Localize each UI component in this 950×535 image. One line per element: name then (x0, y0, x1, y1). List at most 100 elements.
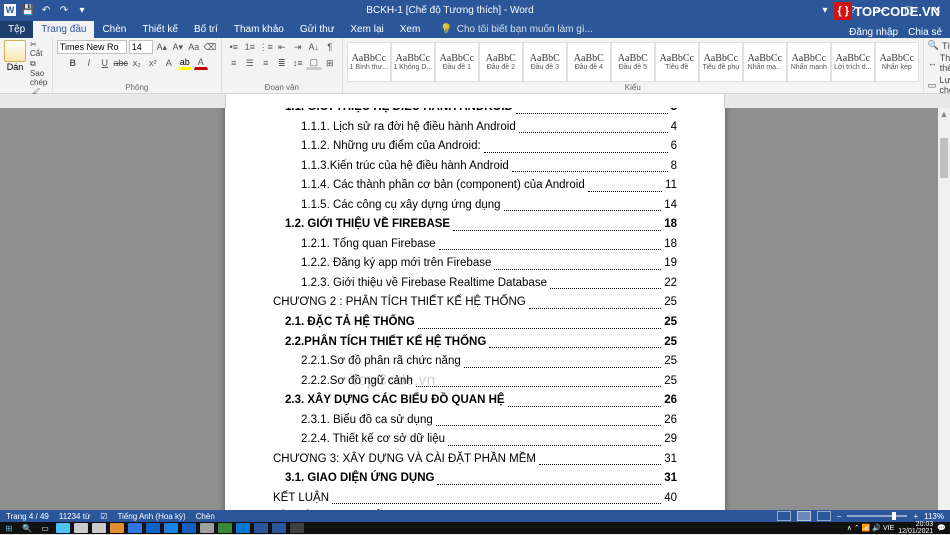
find-button[interactable]: 🔍 Tìm (928, 40, 950, 51)
text-effects-icon[interactable]: A (162, 56, 176, 70)
increase-indent-icon[interactable]: ⇥ (290, 40, 306, 54)
qat-redo-icon[interactable]: ↷ (58, 4, 70, 16)
toc-line-19[interactable]: 3.1. GIAO DIỆN ỨNG DỤNG31 (273, 469, 677, 489)
clear-formatting-icon[interactable]: ⌫ (203, 40, 217, 54)
tab-layout[interactable]: Bố trí (186, 21, 226, 38)
taskbar-app-10[interactable] (234, 522, 252, 534)
taskbar-app-5[interactable] (144, 522, 162, 534)
toc-line-18[interactable]: CHƯƠNG 3: XÂY DỰNG VÀ CÀI ĐẶT PHẦN MỀM31 (273, 450, 677, 470)
font-color-icon[interactable]: A (194, 56, 208, 70)
align-right-icon[interactable]: ≡ (258, 56, 274, 70)
toc-line-9[interactable]: 1.2.3. Giới thiệu về Firebase Realtime D… (273, 274, 677, 294)
scroll-up-icon[interactable]: ▲ (938, 108, 950, 120)
multilevel-list-icon[interactable]: ⋮≡ (258, 40, 274, 54)
toc-line-7[interactable]: 1.2.1. Tổng quan Firebase18 (273, 235, 677, 255)
align-center-icon[interactable]: ☰ (242, 56, 258, 70)
copy-button[interactable]: ⧉ Sao chép (30, 59, 48, 87)
toc-line-20[interactable]: KẾT LUẬN40 (273, 489, 677, 509)
font-name-input[interactable] (57, 40, 127, 54)
taskbar-app-3[interactable] (108, 522, 126, 534)
replace-button[interactable]: ↔ Thay thế (928, 53, 950, 73)
taskbar-app-7[interactable] (180, 522, 198, 534)
numbering-icon[interactable]: 1≡ (242, 40, 258, 54)
taskbar-app-9[interactable] (216, 522, 234, 534)
select-button[interactable]: ▭ Lựa chọn (928, 75, 950, 95)
style-item-3[interactable]: AaBbCĐầu đề 2 (479, 42, 523, 82)
toc-line-2[interactable]: 1.1.2. Những ưu điểm của Android:6 (273, 137, 677, 157)
notification-center-icon[interactable]: 💬 (937, 524, 946, 532)
cut-button[interactable]: ✂ Cắt (30, 40, 48, 58)
taskbar-app-11[interactable] (252, 522, 270, 534)
toc-line-10[interactable]: CHƯƠNG 2 : PHÂN TÍCH THIẾT KẾ HỆ THỐNG25 (273, 293, 677, 313)
style-item-9[interactable]: AaBbCcNhấn mạ... (743, 42, 787, 82)
style-item-4[interactable]: AaBbCĐầu đề 3 (523, 42, 567, 82)
toc-line-17[interactable]: 2.2.4. Thiết kế cơ sở dữ liệu29 (273, 430, 677, 450)
shading-icon[interactable]: ▢ (306, 56, 322, 70)
tab-review[interactable]: Xem lại (342, 21, 391, 38)
style-item-12[interactable]: AaBbCcNhấn kép (875, 42, 919, 82)
taskbar-app-8[interactable] (198, 522, 216, 534)
toc-line-5[interactable]: 1.1.5. Các công cụ xây dựng ứng dụng14 (273, 196, 677, 216)
decrease-font-icon[interactable]: A▾ (171, 40, 185, 54)
strikethrough-button[interactable]: abc (114, 56, 128, 70)
tab-insert[interactable]: Chèn (94, 21, 134, 38)
tab-references[interactable]: Tham khảo (226, 21, 292, 38)
style-item-11[interactable]: AaBbCcLời trích d... (831, 42, 875, 82)
qat-customize-icon[interactable]: ▾ (76, 4, 88, 16)
status-page[interactable]: Trang 4 / 49 (6, 512, 49, 521)
tab-design[interactable]: Thiết kế (134, 21, 186, 38)
style-item-5[interactable]: AaBbCĐầu đề 4 (567, 42, 611, 82)
style-item-8[interactable]: AaBbCcTiêu đề phụ (699, 42, 743, 82)
taskbar-app-13[interactable] (288, 522, 306, 534)
sort-icon[interactable]: A↓ (306, 40, 322, 54)
zoom-slider[interactable] (847, 515, 907, 517)
paste-button[interactable]: Dán (4, 40, 26, 72)
align-left-icon[interactable]: ≡ (226, 56, 242, 70)
task-view-icon[interactable]: ▭ (36, 522, 54, 534)
decrease-indent-icon[interactable]: ⇤ (274, 40, 290, 54)
style-item-2[interactable]: AaBbCcĐầu đề 1 (435, 42, 479, 82)
toc-line-3[interactable]: 1.1.3.Kiến trúc của hệ điều hành Android… (273, 157, 677, 177)
vertical-scrollbar[interactable]: ▲ ▼ (938, 108, 950, 522)
tab-home[interactable]: Trang đầu (33, 21, 94, 38)
qat-save-icon[interactable]: 💾 (22, 4, 34, 16)
taskbar-search-icon[interactable]: 🔍 (18, 522, 36, 534)
zoom-in-icon[interactable]: + (913, 512, 918, 521)
tab-view[interactable]: Xem (392, 21, 429, 38)
style-item-10[interactable]: AaBbCcNhấn mạnh (787, 42, 831, 82)
toc-line-15[interactable]: 2.3. XÂY DỰNG CÁC BIỂU ĐỒ QUAN HỆ26 (273, 391, 677, 411)
signin-link[interactable]: Đăng nhập (849, 27, 898, 38)
toc-line-12[interactable]: 2.2.PHÂN TÍCH THIẾT KẾ HỆ THỐNG25 (273, 333, 677, 353)
horizontal-ruler[interactable] (0, 94, 950, 108)
qat-undo-icon[interactable]: ↶ (40, 4, 52, 16)
style-item-7[interactable]: AaBbCcTiêu đề (655, 42, 699, 82)
justify-icon[interactable]: ≣ (274, 56, 290, 70)
taskbar-app-2[interactable] (90, 522, 108, 534)
toc-line-8[interactable]: 1.2.2. Đăng ký app mới trên Firebase19 (273, 254, 677, 274)
toc-line-14[interactable]: 2.2.2.Sơ đồ ngữ cảnh25 (273, 372, 677, 392)
start-button[interactable]: ⊞ (0, 522, 18, 534)
toc-line-1[interactable]: 1.1.1. Lịch sử ra đời hệ điều hành Andro… (273, 118, 677, 138)
bold-button[interactable]: B (66, 56, 80, 70)
show-marks-icon[interactable]: ¶ (322, 40, 338, 54)
share-button[interactable]: Chia sẻ (908, 27, 942, 38)
bullets-icon[interactable]: •≡ (226, 40, 242, 54)
view-print-layout-icon[interactable] (797, 511, 811, 521)
toc-line-0[interactable]: 1.1. GIỚI THIỆU HỆ ĐIỀU HÀNH ANDROID3 (273, 108, 677, 118)
underline-button[interactable]: U (98, 56, 112, 70)
style-item-6[interactable]: AaBbCĐầu đề 5 (611, 42, 655, 82)
status-word-count[interactable]: 11234 từ (59, 512, 90, 521)
tell-me-search[interactable]: 💡 Cho tôi biết bạn muốn làm gì... (432, 21, 601, 38)
toc-line-16[interactable]: 2.3.1. Biểu đồ ca sử dụng26 (273, 411, 677, 431)
style-item-0[interactable]: AaBbCc1 Bình thư... (347, 42, 391, 82)
zoom-out-icon[interactable]: − (837, 512, 842, 521)
toc-line-6[interactable]: 1.2. GIỚI THIỆU VỀ FIREBASE18 (273, 215, 677, 235)
view-web-layout-icon[interactable] (817, 511, 831, 521)
scroll-thumb[interactable] (940, 138, 948, 178)
zoom-level[interactable]: 113% (924, 512, 944, 521)
taskbar-time[interactable]: 20:03 (898, 521, 933, 528)
status-insert-mode[interactable]: Chèn (196, 512, 215, 521)
tab-file[interactable]: Tệp (0, 21, 33, 38)
taskbar-app-6[interactable] (162, 522, 180, 534)
taskbar-app-12[interactable] (270, 522, 288, 534)
